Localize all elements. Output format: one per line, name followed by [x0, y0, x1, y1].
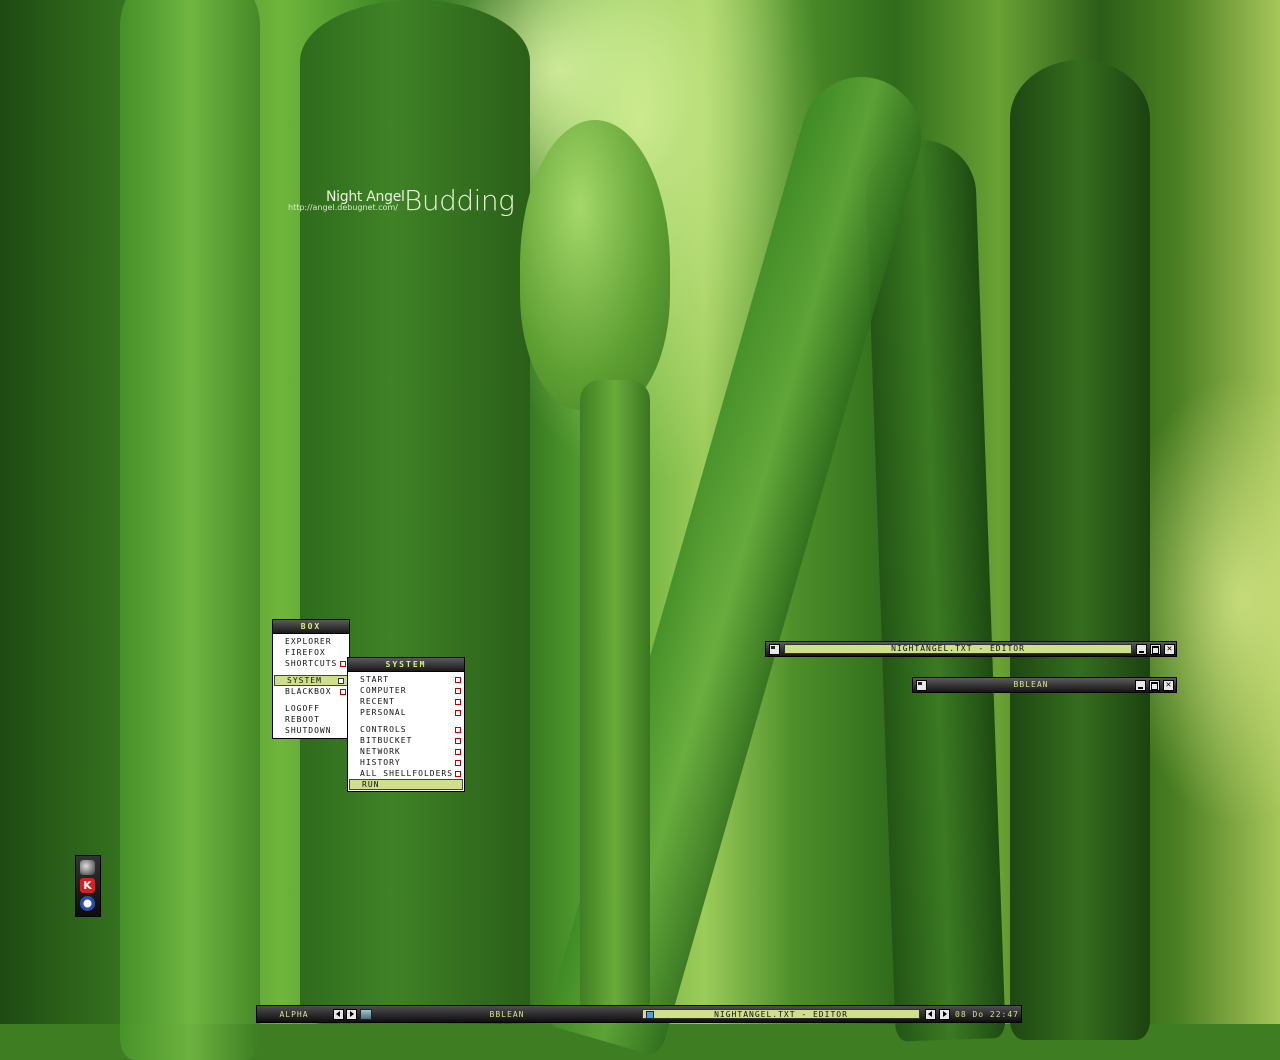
window-menu-icon[interactable]	[769, 644, 780, 655]
window-menu-icon[interactable]	[916, 680, 927, 691]
menu-item-network[interactable]: NETWORK	[348, 746, 464, 757]
window-title[interactable]: BBLEAN	[931, 680, 1131, 690]
flower-stem	[580, 380, 650, 1020]
leaf-shape	[864, 138, 1006, 1042]
leaf-shape	[120, 0, 260, 1060]
submenu-arrow-icon	[338, 678, 344, 684]
leaf-shape	[1010, 60, 1150, 1040]
flower-bud	[520, 120, 670, 410]
system-menu-title[interactable]: SYSTEM	[348, 658, 464, 672]
close-button[interactable]: ✕	[1163, 680, 1174, 691]
menu-item-firefox[interactable]: FIREFOX	[273, 647, 349, 658]
submenu-arrow-icon	[340, 661, 346, 667]
menu-item-history[interactable]: HISTORY	[348, 757, 464, 768]
window-bblean[interactable]: BBLEAN ✕	[912, 677, 1177, 693]
task-button[interactable]: NIGHTANGEL.TXT - EDITOR	[642, 1009, 920, 1019]
menu-item-controls[interactable]: CONTROLS	[348, 724, 464, 735]
submenu-arrow-icon	[455, 710, 461, 716]
window-editor[interactable]: NIGHTANGEL.TXT - EDITOR ✕	[765, 641, 1177, 657]
desktop-wallpaper: Night Angel http://angel.debugnet.com/ B…	[0, 0, 1280, 1060]
menu-item-recent[interactable]: RECENT	[348, 696, 464, 707]
menu-item-start[interactable]: START	[348, 674, 464, 685]
submenu-arrow-icon	[455, 688, 461, 694]
submenu-arrow-icon	[455, 771, 461, 777]
submenu-arrow-icon	[455, 727, 461, 733]
maximize-button[interactable]	[1150, 644, 1161, 655]
task-next-button[interactable]	[939, 1009, 950, 1020]
speaker-icon[interactable]	[80, 860, 95, 875]
toolbar-label: BBLEAN	[489, 1010, 525, 1019]
menu-item-shortcuts[interactable]: SHORTCUTS	[273, 658, 349, 669]
brand-big-text: Budding	[404, 184, 515, 217]
menu-item-logoff[interactable]: LOGOFF	[273, 703, 349, 714]
antivirus-icon[interactable]: K	[80, 878, 95, 893]
window-title[interactable]: NIGHTANGEL.TXT - EDITOR	[784, 644, 1132, 654]
desktop-icon[interactable]	[360, 1009, 372, 1020]
clock[interactable]: 08 Do 22:47	[953, 1010, 1021, 1020]
task-prev-button[interactable]	[925, 1009, 936, 1020]
editor-icon	[646, 1011, 654, 1019]
menu-item-run[interactable]: RUN	[349, 779, 463, 790]
workspace-next-button[interactable]	[346, 1009, 357, 1020]
toolbar: ALPHA BBLEAN NIGHTANGEL.TXT - EDITOR 08 …	[256, 1005, 1022, 1023]
submenu-arrow-icon	[455, 760, 461, 766]
menu-item-shutdown[interactable]: SHUTDOWN	[273, 725, 349, 736]
task-label: NIGHTANGEL.TXT - EDITOR	[714, 1010, 848, 1019]
menu-item-bitbucket[interactable]: BITBUCKET	[348, 735, 464, 746]
menu-item-system[interactable]: SYSTEM	[274, 675, 348, 686]
leaf-shape	[300, 0, 530, 1024]
submenu-arrow-icon	[455, 699, 461, 705]
menu-item-personal[interactable]: PERSONAL	[348, 707, 464, 718]
brand-url-text: http://angel.debugnet.com/	[288, 203, 398, 212]
maximize-button[interactable]	[1149, 680, 1160, 691]
submenu-arrow-icon	[340, 689, 346, 695]
bblean-icon[interactable]	[80, 896, 95, 911]
root-menu-title[interactable]: BOX	[273, 620, 349, 634]
submenu-arrow-icon	[455, 738, 461, 744]
system-tray: K	[75, 855, 101, 917]
submenu-arrow-icon	[455, 749, 461, 755]
menu-item-all-shellfolders[interactable]: ALL SHELLFOLDERS	[348, 768, 464, 779]
menu-item-explorer[interactable]: EXPLORER	[273, 636, 349, 647]
root-menu: BOX EXPLORER FIREFOX SHORTCUTS SYSTEM BL…	[272, 619, 350, 739]
menu-item-blackbox[interactable]: BLACKBOX	[273, 686, 349, 697]
workspace-prev-button[interactable]	[333, 1009, 344, 1020]
minimize-button[interactable]	[1136, 644, 1147, 655]
workspace-label[interactable]: ALPHA	[261, 1010, 327, 1020]
minimize-button[interactable]	[1135, 680, 1146, 691]
close-button[interactable]: ✕	[1164, 644, 1175, 655]
menu-item-reboot[interactable]: REBOOT	[273, 714, 349, 725]
submenu-arrow-icon	[455, 677, 461, 683]
system-menu: SYSTEM START COMPUTER RECENT PERSONAL CO…	[347, 657, 465, 792]
menu-item-computer[interactable]: COMPUTER	[348, 685, 464, 696]
